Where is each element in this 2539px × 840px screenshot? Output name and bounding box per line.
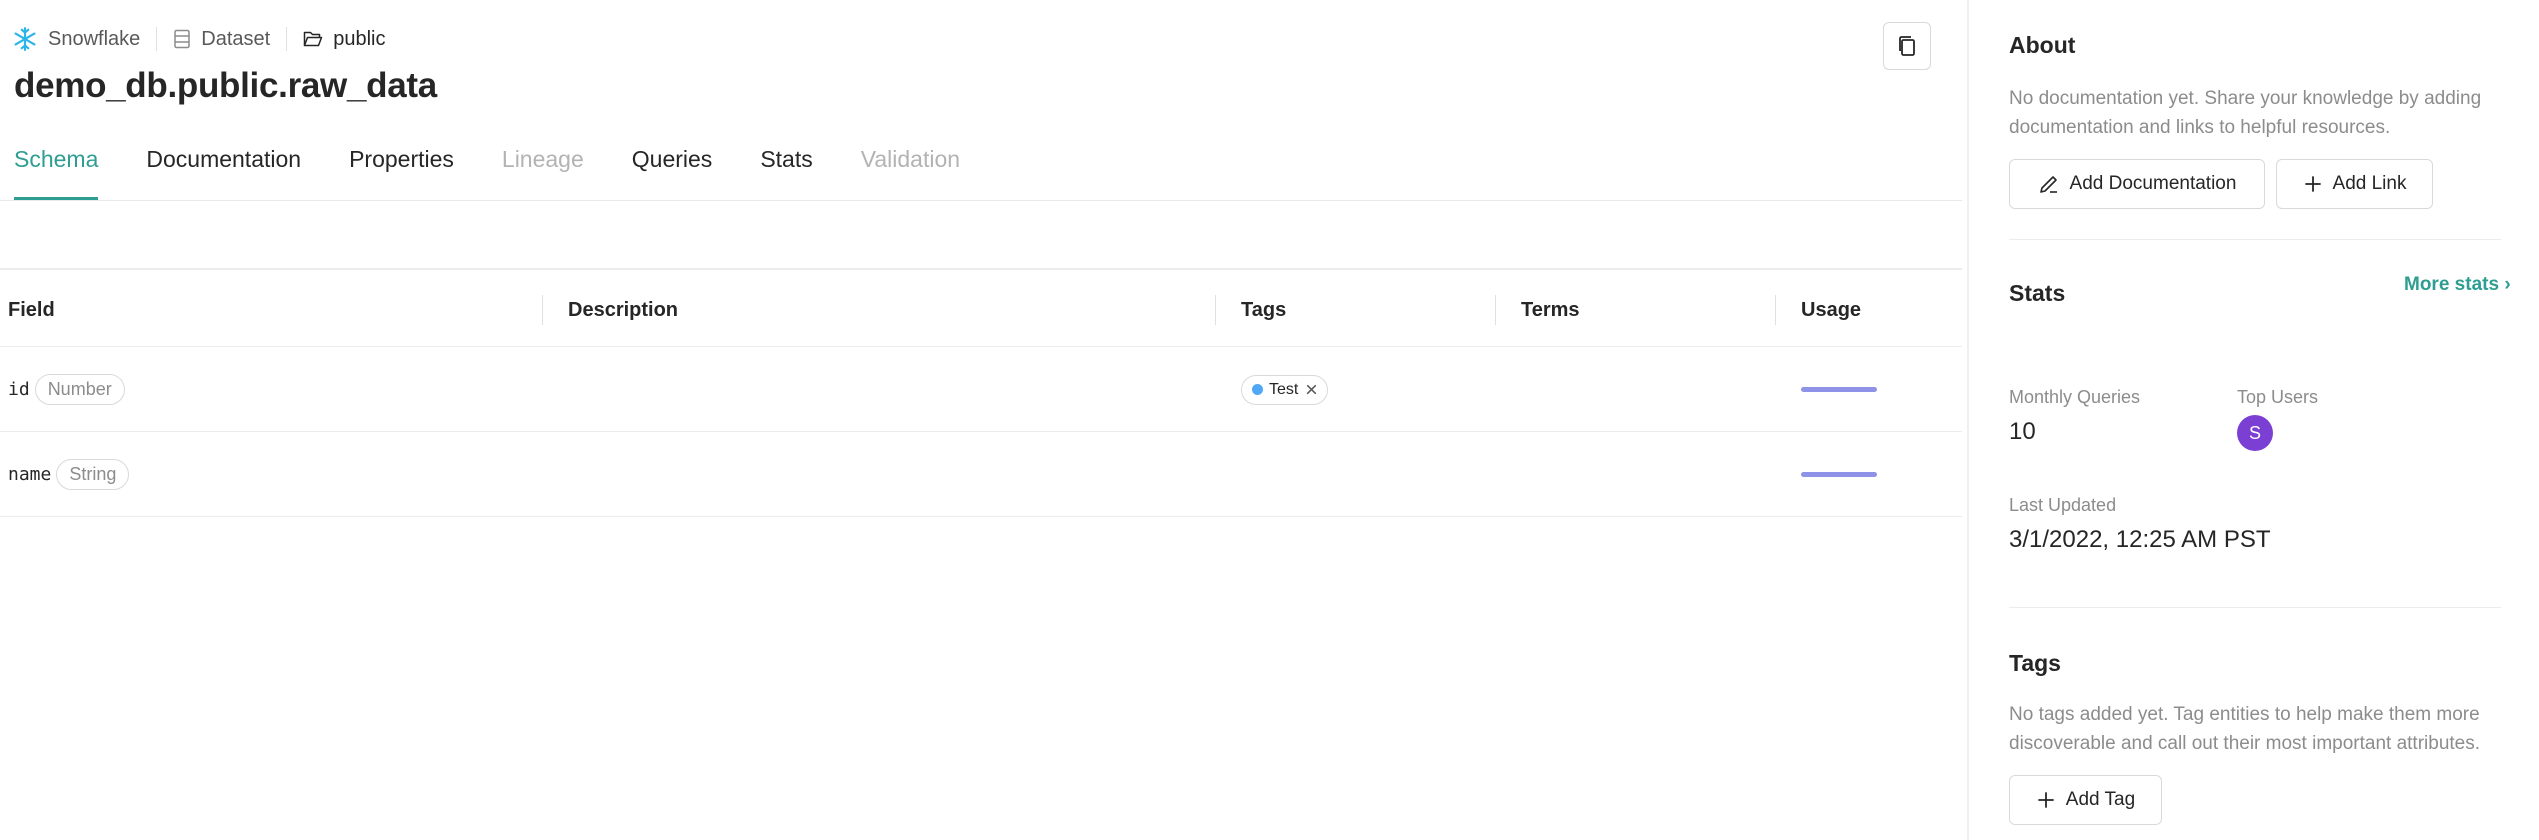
entity-sidebar: About No documentation yet. Share your k…	[1967, 0, 2539, 840]
breadcrumb-container[interactable]: public	[303, 28, 385, 51]
column-header-tags[interactable]: Tags	[1241, 273, 1286, 347]
schema-table: Field Description Tags Terms Usage id Nu…	[0, 273, 1962, 517]
more-stats-label: More stats	[2404, 274, 2500, 295]
column-header-field[interactable]: Field	[8, 273, 55, 347]
pencil-icon	[2039, 176, 2057, 193]
breadcrumb-entity-type: Dataset	[173, 28, 270, 51]
column-divider	[1775, 295, 1776, 325]
breadcrumb-divider	[156, 27, 158, 51]
remove-tag-button[interactable]	[1306, 384, 1317, 395]
breadcrumb: Snowflake Dataset public	[12, 24, 385, 54]
usage-cell	[1801, 347, 1877, 432]
plus-icon	[2304, 176, 2321, 192]
top-users-label: Top Users	[2237, 387, 2319, 407]
last-updated-value: 3/1/2022, 12:25 AM PST	[2009, 526, 2271, 553]
tag-color-dot	[1252, 384, 1263, 395]
breadcrumb-container-label: public	[333, 27, 386, 50]
column-header-terms[interactable]: Terms	[1521, 273, 1580, 347]
section-divider	[2009, 239, 2501, 240]
dataset-icon	[174, 29, 191, 49]
column-header-usage[interactable]: Usage	[1801, 273, 1861, 347]
tab-validation: Validation	[860, 146, 961, 172]
usage-bar	[1801, 387, 1877, 392]
tag-label: Test	[1269, 380, 1299, 398]
tags-cell: Test	[1241, 347, 1329, 432]
field-cell: id Number	[8, 347, 125, 432]
tab-properties[interactable]: Properties	[349, 138, 454, 200]
tab-queries[interactable]: Queries	[632, 138, 713, 200]
add-link-button[interactable]: Add Link	[2276, 159, 2433, 209]
column-header-description[interactable]: Description	[568, 273, 678, 347]
breadcrumb-platform[interactable]: Snowflake	[12, 26, 140, 52]
monthly-queries-value: 10	[2009, 418, 2036, 445]
copy-icon	[1899, 36, 1915, 56]
add-tag-button[interactable]: Add Tag	[2009, 775, 2162, 825]
section-divider	[2009, 607, 2501, 608]
field-type-badge: String	[56, 459, 130, 490]
usage-bar	[1801, 472, 1877, 477]
copy-urn-button[interactable]	[1883, 22, 1931, 70]
avatar[interactable]: S	[2237, 415, 2273, 451]
field-type-badge: Number	[34, 374, 125, 405]
breadcrumb-entity-type-label: Dataset	[201, 27, 271, 50]
breadcrumb-divider	[286, 27, 288, 51]
monthly-queries-label: Monthly Queries	[2009, 387, 2141, 407]
chevron-right-icon: ›	[2504, 274, 2511, 295]
about-title: About	[2009, 32, 2076, 58]
table-row[interactable]: id Number Test	[0, 347, 1962, 432]
entity-tabs: Schema Documentation Properties Lineage …	[14, 138, 1008, 202]
add-documentation-button[interactable]: Add Documentation	[2009, 159, 2265, 209]
add-documentation-label: Add Documentation	[2069, 173, 2237, 194]
add-tag-label: Add Tag	[2065, 789, 2136, 810]
column-divider	[1215, 295, 1216, 325]
breadcrumb-platform-label: Snowflake	[48, 27, 141, 50]
tab-schema[interactable]: Schema	[14, 138, 99, 200]
table-header: Field Description Tags Terms Usage	[0, 273, 1962, 347]
usage-cell	[1801, 432, 1877, 517]
column-divider	[542, 295, 543, 325]
last-updated-label: Last Updated	[2009, 495, 2117, 515]
tab-stats[interactable]: Stats	[760, 138, 812, 200]
plus-icon	[2037, 792, 2054, 808]
stats-title: Stats	[2009, 280, 2066, 306]
tab-lineage: Lineage	[501, 146, 584, 172]
field-name: id	[8, 379, 30, 400]
field-name: name	[8, 464, 52, 485]
table-row[interactable]: name String	[0, 432, 1962, 517]
add-link-label: Add Link	[2332, 173, 2407, 194]
field-cell: name String	[8, 432, 130, 517]
snowflake-icon	[14, 27, 36, 51]
main-content: Snowflake Dataset public demo_db.public.…	[0, 0, 1965, 840]
close-icon	[1307, 384, 1317, 395]
page-title: demo_db.public.raw_data	[14, 66, 437, 105]
tabs-divider	[0, 200, 1962, 201]
about-empty-text: No documentation yet. Share your knowled…	[2009, 88, 2482, 138]
tag-pill[interactable]: Test	[1241, 374, 1329, 405]
more-stats-link[interactable]: More stats ›	[2404, 274, 2511, 296]
folder-open-icon	[303, 31, 323, 47]
column-divider	[1495, 295, 1496, 325]
schema-toolbar-divider	[0, 268, 1962, 270]
tags-title: Tags	[2009, 650, 2061, 676]
tab-documentation[interactable]: Documentation	[146, 138, 301, 200]
tags-empty-text: No tags added yet. Tag entities to help …	[2009, 704, 2481, 754]
